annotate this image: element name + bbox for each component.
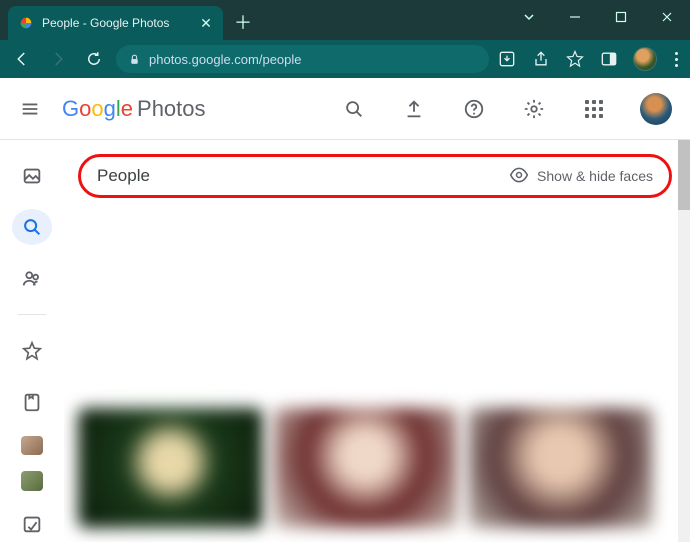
reload-button[interactable]	[80, 45, 108, 73]
help-icon[interactable]	[454, 89, 494, 129]
tab-title: People - Google Photos	[42, 16, 191, 30]
person-tile[interactable]	[273, 408, 458, 528]
maximize-icon[interactable]	[598, 0, 644, 34]
person-tile[interactable]	[78, 408, 263, 528]
chrome-profile-avatar[interactable]	[633, 47, 657, 71]
google-apps-icon[interactable]	[574, 89, 614, 129]
lock-icon	[128, 53, 141, 66]
upload-icon[interactable]	[394, 89, 434, 129]
left-nav	[0, 140, 64, 542]
nav-favorites-icon[interactable]	[12, 333, 52, 368]
nav-photos-icon[interactable]	[12, 158, 52, 193]
share-icon[interactable]	[531, 49, 551, 69]
settings-gear-icon[interactable]	[514, 89, 554, 129]
main-menu-icon[interactable]	[18, 97, 42, 121]
google-photos-logo[interactable]: Google Photos	[62, 96, 206, 122]
show-hide-label: Show & hide faces	[537, 168, 653, 184]
nav-sharing-icon[interactable]	[12, 261, 52, 296]
close-icon[interactable]	[644, 0, 690, 34]
back-button[interactable]	[8, 45, 36, 73]
browser-titlebar: People - Google Photos ✕ ＋	[0, 0, 690, 40]
tab-close-icon[interactable]: ✕	[199, 16, 213, 30]
new-tab-button[interactable]: ＋	[229, 8, 257, 36]
browser-address-bar: photos.google.com/people	[0, 40, 690, 78]
url-field[interactable]: photos.google.com/people	[116, 45, 489, 73]
chevron-down-icon[interactable]	[506, 0, 552, 34]
nav-thumb-2[interactable]	[21, 471, 43, 490]
minimize-icon[interactable]	[552, 0, 598, 34]
product-name: Photos	[137, 96, 206, 122]
nav-thumb-1[interactable]	[21, 436, 43, 455]
scrollbar-thumb[interactable]	[678, 140, 690, 210]
show-hide-faces-button[interactable]: Show & hide faces	[509, 165, 653, 188]
browser-tab[interactable]: People - Google Photos ✕	[8, 6, 223, 40]
eye-icon	[509, 165, 529, 188]
forward-button[interactable]	[44, 45, 72, 73]
nav-divider	[18, 314, 46, 315]
app-header: Google Photos	[0, 78, 690, 140]
window-controls	[506, 0, 690, 34]
bookmark-star-icon[interactable]	[565, 49, 585, 69]
main-content: People Show & hide faces	[64, 140, 690, 542]
side-panel-icon[interactable]	[599, 49, 619, 69]
search-icon[interactable]	[334, 89, 374, 129]
nav-albums-icon[interactable]	[12, 384, 52, 419]
app-body: People Show & hide faces	[0, 140, 690, 542]
page-header-highlight: People Show & hide faces	[78, 154, 672, 198]
nav-archive-icon[interactable]	[12, 507, 52, 542]
nav-search-icon[interactable]	[12, 209, 52, 244]
account-avatar[interactable]	[640, 93, 672, 125]
people-grid	[78, 408, 672, 528]
url-text: photos.google.com/people	[149, 52, 302, 67]
chrome-menu-icon[interactable]	[671, 52, 682, 67]
person-tile[interactable]	[468, 408, 653, 528]
install-app-icon[interactable]	[497, 49, 517, 69]
page-title: People	[97, 166, 150, 186]
google-photos-favicon	[18, 15, 34, 31]
